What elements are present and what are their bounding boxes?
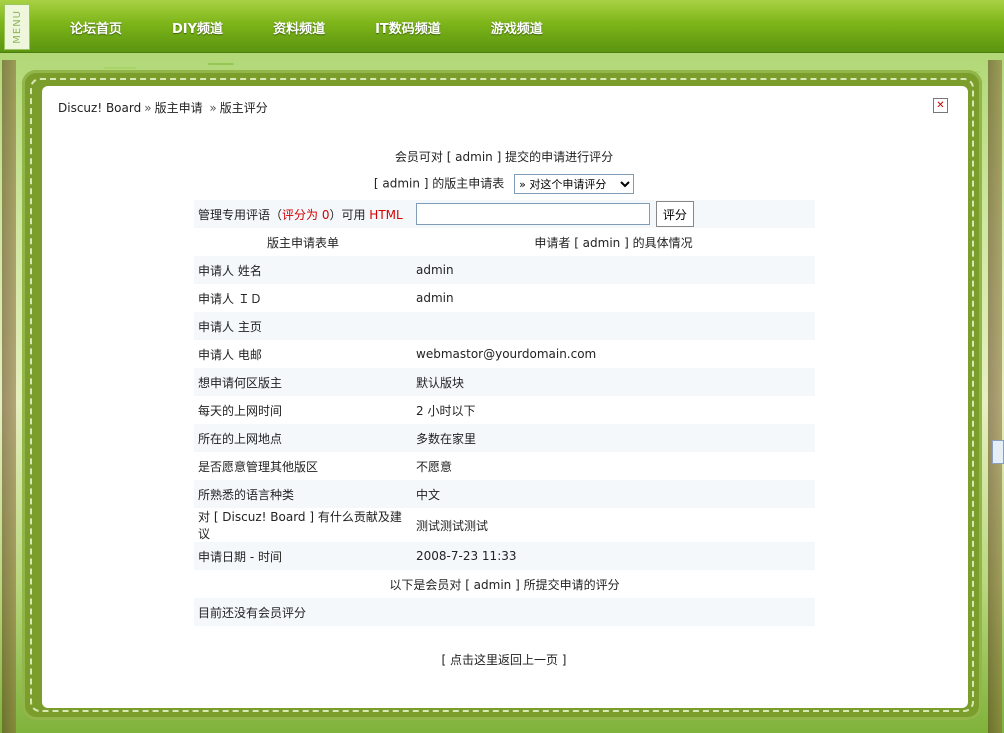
comment-score-text: 评分为 0 [282, 207, 330, 222]
table-row: 申请人 主页 [194, 312, 815, 340]
menu-toggle-button[interactable]: MENU [4, 4, 30, 50]
comment-input[interactable] [416, 203, 650, 225]
row-key: 想申请何区版主 [194, 368, 412, 396]
table-row: 是否愿意管理其他版区 不愿意 [194, 452, 815, 480]
breadcrumb-separator: » [144, 101, 152, 115]
row-value: 测试测试测试 [412, 508, 815, 542]
ratings-header: 以下是会员对 [ admin ] 所提交申请的评分 [194, 570, 815, 598]
top-nav-bar: MENU 论坛首页 DIY频道 资料频道 IT数码频道 游戏频道 [0, 0, 1004, 53]
ratings-empty-row: 目前还没有会员评分 [194, 598, 815, 626]
row-key: 所在的上网地点 [194, 424, 412, 452]
nav-link-resources[interactable]: 资料频道 [273, 18, 325, 37]
intro-text: 会员可对 [ admin ] 提交的申请进行评分 [394, 150, 614, 164]
row-value: 2008-7-23 11:33 [412, 542, 815, 570]
table-header-right: 申请者 [ admin ] 的具体情况 [412, 228, 815, 256]
rate-action-select[interactable]: » 对这个申请评分 [514, 174, 635, 194]
table-row: 想申请何区版主 默认版块 [194, 368, 815, 396]
background-tree-left [2, 60, 16, 733]
ratings-empty-text: 目前还没有会员评分 [194, 598, 815, 626]
row-key: 对 [ Discuz! Board ] 有什么贡献及建议 [194, 508, 412, 542]
side-scroll-handle[interactable] [992, 440, 1004, 464]
comment-label-html: HTML [369, 207, 403, 222]
table-row: 申请日期 - 时间 2008-7-23 11:33 [194, 542, 815, 570]
table-header-left: 版主申请表单 [194, 228, 412, 256]
row-value: 多数在家里 [412, 424, 815, 452]
form-line: [ admin ] 的版主申请表 » 对这个申请评分 [194, 174, 814, 194]
row-value: 2 小时以下 [412, 396, 815, 424]
comment-row: 管理专用评语（评分为 0）可用 HTML 评分 [194, 200, 815, 228]
nav-link-forum-home[interactable]: 论坛首页 [70, 18, 122, 37]
row-key: 是否愿意管理其他版区 [194, 452, 412, 480]
table-header-row: 版主申请表单 申请者 [ admin ] 的具体情况 [194, 228, 815, 256]
table-row: 所熟悉的语言种类 中文 [194, 480, 815, 508]
breadcrumb-current: 版主评分 [219, 101, 268, 115]
back-link[interactable]: [ 点击这里返回上一页 ] [442, 653, 567, 667]
row-key: 申请人 电邮 [194, 340, 412, 368]
table-row: 所在的上网地点 多数在家里 [194, 424, 815, 452]
nav-link-diy[interactable]: DIY频道 [172, 18, 223, 37]
table-row: 对 [ Discuz! Board ] 有什么贡献及建议 测试测试测试 [194, 508, 815, 542]
background-tree-right [988, 60, 1002, 733]
back-link-container: [ 点击这里返回上一页 ] [194, 651, 814, 668]
nav-link-games[interactable]: 游戏频道 [491, 18, 543, 37]
nav-link-it-digital[interactable]: IT数码频道 [375, 18, 441, 37]
row-key: 申请人 ＩＤ [194, 284, 412, 312]
row-value [412, 312, 815, 340]
row-key: 申请人 姓名 [194, 256, 412, 284]
comment-label-prefix: 管理专用评语（ [198, 207, 283, 222]
table-row: 申请人 姓名 admin [194, 256, 815, 284]
row-key: 每天的上网时间 [194, 396, 412, 424]
application-table: 管理专用评语（评分为 0）可用 HTML 评分 版主申请表单 申请者 [ adm… [194, 200, 815, 626]
comment-label: 管理专用评语（评分为 0）可用 HTML [194, 200, 412, 228]
row-key: 申请人 主页 [194, 312, 412, 340]
table-row: 每天的上网时间 2 小时以下 [194, 396, 815, 424]
table-row: 申请人 ＩＤ admin [194, 284, 815, 312]
close-icon[interactable]: ✕ [933, 98, 948, 113]
breadcrumb-mod-apply[interactable]: 版主申请 [155, 101, 203, 115]
comment-label-score: 评分为 0 [282, 208, 329, 222]
breadcrumb: Discuz! Board» 版主申请 » 版主评分 [58, 99, 268, 116]
breadcrumb-separator: » [209, 101, 217, 115]
row-value: admin [412, 284, 815, 312]
form-line-label: [ admin ] 的版主申请表 [373, 176, 505, 191]
row-value: 中文 [412, 480, 815, 508]
breadcrumb-home[interactable]: Discuz! Board [58, 101, 141, 115]
row-value: 不愿意 [412, 452, 815, 480]
row-key: 所熟悉的语言种类 [194, 480, 412, 508]
table-row: 申请人 电邮 webmastor@yourdomain.com [194, 340, 815, 368]
row-value: webmastor@yourdomain.com [412, 340, 815, 368]
row-key: 申请日期 - 时间 [194, 542, 412, 570]
row-value: 默认版块 [412, 368, 815, 396]
menu-toggle-label: MENU [11, 10, 23, 44]
ratings-header-row: 以下是会员对 [ admin ] 所提交申请的评分 [194, 570, 815, 598]
comment-label-suffix: ）可用 [329, 207, 370, 222]
comment-controls: 评分 [412, 200, 815, 228]
top-nav-links: 论坛首页 DIY频道 资料频道 IT数码频道 游戏频道 [70, 18, 593, 37]
row-value: admin [412, 256, 815, 284]
rate-button[interactable]: 评分 [655, 201, 694, 227]
